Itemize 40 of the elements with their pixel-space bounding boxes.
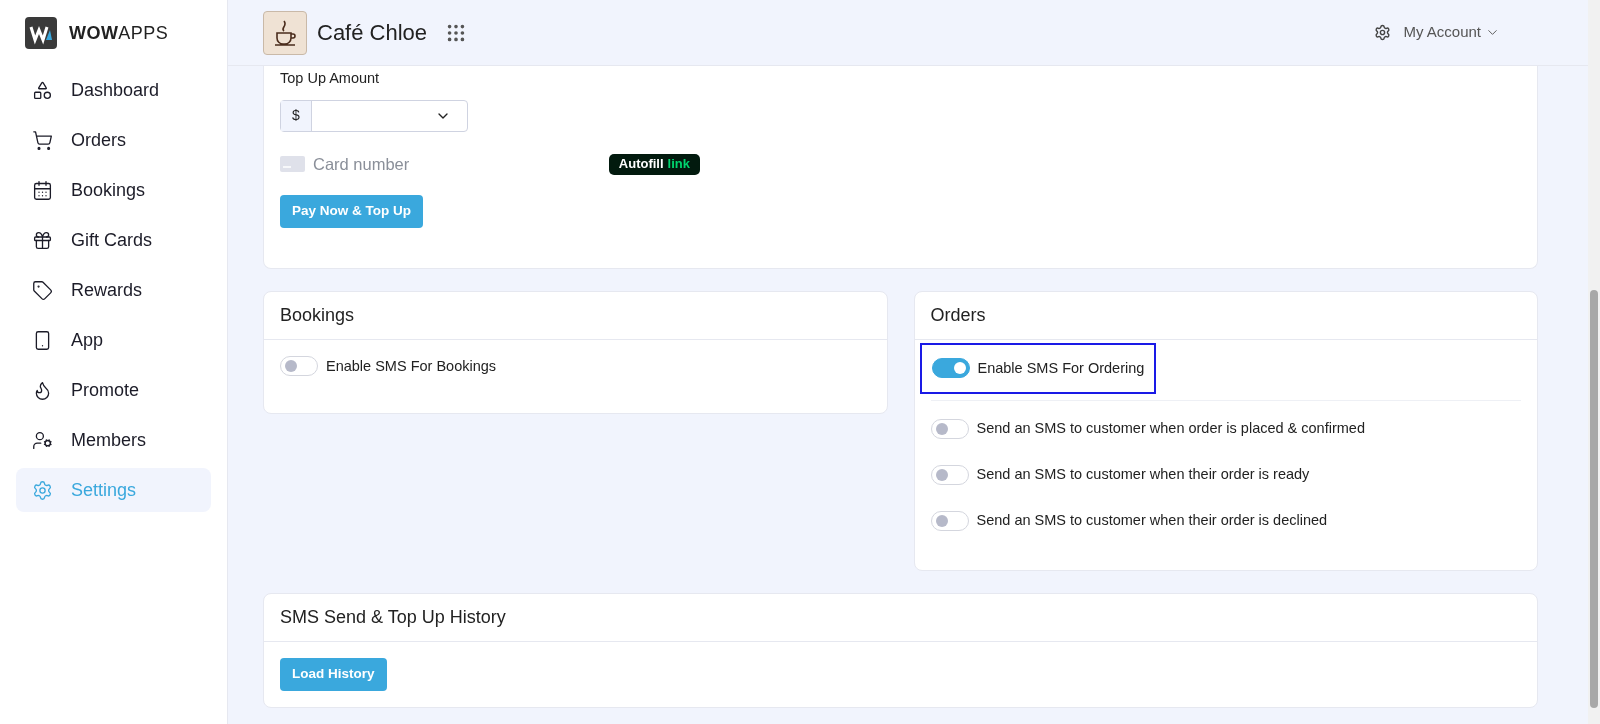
card-title: Bookings xyxy=(264,291,887,340)
brand-name: WOWAPPS xyxy=(69,21,169,45)
nav-item[interactable]: Bookings xyxy=(16,168,211,212)
toggle-label: Send an SMS to customer when their order is declined xyxy=(976,510,1328,530)
calendar-icon xyxy=(32,179,53,201)
nav-item[interactable]: Rewards xyxy=(16,268,211,312)
nav-item[interactable]: App xyxy=(16,318,211,362)
card-icon xyxy=(280,156,305,173)
card-title: SMS Send & Top Up History xyxy=(264,593,1537,642)
shapes-icon xyxy=(32,79,53,101)
user-gear-icon xyxy=(32,429,53,451)
account-menu[interactable]: My Account xyxy=(1403,21,1500,44)
amount-select[interactable]: $ xyxy=(280,99,468,132)
field-label: Top Up Amount xyxy=(280,69,381,88)
tag-icon xyxy=(32,279,53,301)
cart-icon xyxy=(32,129,53,151)
toggle-label: Enable SMS For Ordering xyxy=(977,358,1145,378)
autofill-link-button[interactable]: Autofill link xyxy=(608,153,700,175)
toggle-label: Send an SMS to customer when their order is ready xyxy=(976,465,1310,484)
gift-icon xyxy=(32,229,53,251)
card-title: Orders xyxy=(914,291,1537,340)
nav-item[interactable]: Dashboard xyxy=(16,68,211,112)
settings-icon[interactable] xyxy=(1374,24,1392,41)
nav-item[interactable]: Promote xyxy=(16,368,211,412)
settings-icon xyxy=(32,479,53,501)
toggle-switch[interactable] xyxy=(930,510,969,531)
business-name: Café Chloe xyxy=(317,19,428,47)
toggle-switch[interactable] xyxy=(280,356,318,377)
nav-item[interactable]: Gift Cards xyxy=(16,218,211,262)
toggle-switch[interactable] xyxy=(931,358,970,379)
card-number-field[interactable]: Card number xyxy=(313,151,609,177)
toggle-label: Enable SMS For Bookings xyxy=(326,356,497,376)
toggle-switch[interactable] xyxy=(930,464,969,485)
toggle-switch[interactable] xyxy=(930,419,969,440)
logo-icon xyxy=(25,17,57,49)
nav-item[interactable]: Members xyxy=(16,418,211,462)
coffee-cup-icon xyxy=(273,18,297,47)
scrollbar[interactable] xyxy=(1588,0,1600,724)
nav-item[interactable]: Orders xyxy=(16,118,211,162)
toggle-label: Send an SMS to customer when order is placed & confirmed xyxy=(976,419,1365,439)
